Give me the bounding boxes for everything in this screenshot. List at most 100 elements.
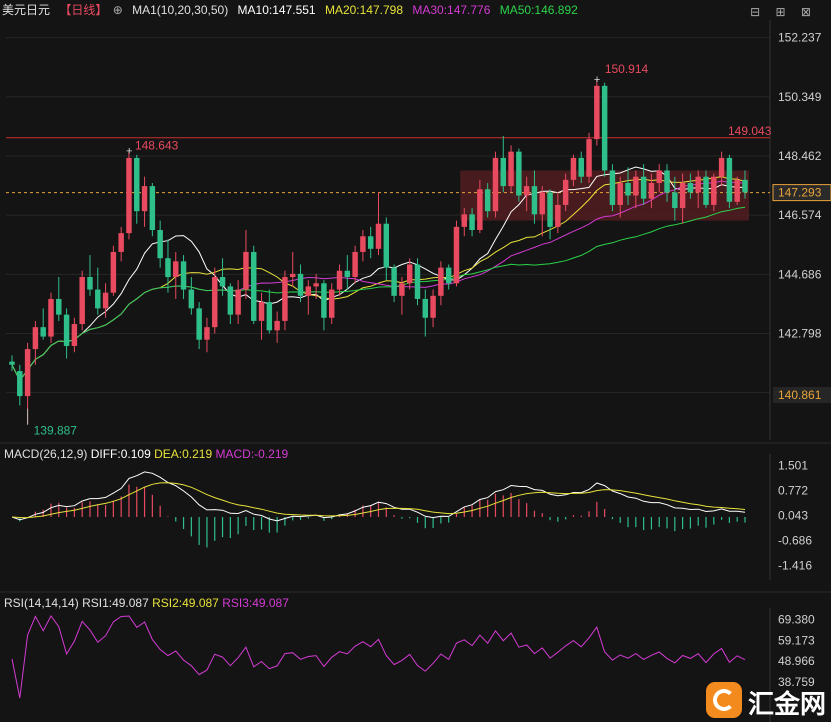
y-tick-label: 150.349 (778, 90, 822, 104)
macd-tick-label: 0.772 (778, 483, 808, 497)
candle-body (406, 264, 413, 284)
macd-header: MACD(26,12,9) DIFF:0.109 DEA:0.219 MACD:… (4, 447, 288, 461)
candle-body (173, 261, 179, 278)
candle-body (547, 192, 553, 227)
candle-body (516, 151, 522, 196)
candle-body (313, 283, 319, 287)
candle-body (461, 214, 468, 227)
candle-body (274, 320, 280, 331)
high-label: 150.914 (605, 62, 649, 76)
candle-body (664, 170, 670, 193)
candle-body (328, 289, 335, 318)
min-price-label: 140.861 (778, 388, 822, 402)
candle-body (321, 283, 327, 318)
macd-title: MACD(26,12,9) (4, 447, 88, 461)
candle-body (578, 157, 584, 177)
candle-body (687, 182, 694, 193)
candle-body (367, 236, 374, 249)
candle-body (243, 251, 249, 290)
macd-tick-label: 0.043 (778, 509, 808, 523)
candle-body (71, 324, 78, 346)
candle-body (640, 176, 647, 199)
candle-body (266, 302, 273, 331)
candle-body (212, 277, 218, 328)
candle-body (251, 251, 257, 321)
rsi-tick-label: 69.380 (778, 612, 815, 626)
high-marker: + (594, 74, 600, 86)
candle-body (110, 251, 117, 293)
candle-body (134, 157, 140, 212)
brand-logo: 汇金网 (700, 678, 831, 722)
candle-body (570, 157, 577, 180)
candle-body (399, 283, 405, 296)
candle-body (742, 179, 748, 193)
candle-body (656, 170, 662, 183)
current-price-label: 147.293 (778, 186, 822, 200)
candle-body (695, 176, 701, 193)
candle-body (17, 371, 23, 397)
rsi-line (11, 615, 746, 699)
candle-body (102, 292, 109, 309)
candle-body (718, 157, 725, 177)
brand-logo-text: 汇金网 (748, 690, 827, 720)
candle-body (383, 223, 390, 268)
rsi-panel: 69.38059.17348.96638.759 (11, 608, 815, 722)
candle-body (391, 267, 397, 296)
candle-body (539, 192, 545, 215)
candle-body (63, 314, 70, 346)
candle-body (703, 176, 709, 205)
candle-body (126, 157, 132, 234)
candle-body (453, 226, 460, 284)
candle-body (149, 186, 156, 230)
brand-logo-icon (706, 682, 742, 718)
candle-body (477, 189, 483, 230)
candle-body (40, 327, 46, 337)
candle-body (336, 270, 343, 290)
macd-dea: DEA:0.219 (154, 447, 213, 461)
candle-body (56, 298, 62, 315)
rsi3-value: RSI3:49.087 (222, 596, 289, 610)
candle-body (500, 157, 506, 187)
candle-body (344, 270, 351, 278)
rsi-tick-label: 48.966 (778, 654, 815, 668)
macd-tick-label: -1.416 (778, 559, 812, 573)
candle-body (118, 233, 124, 252)
candle-body (484, 189, 491, 212)
candle-body (235, 289, 241, 315)
candle-body (422, 298, 429, 318)
y-tick-label: 142.798 (778, 326, 822, 340)
rsi-tick-label: 59.173 (778, 633, 815, 647)
candle-body (352, 251, 358, 278)
y-tick-label: 146.574 (778, 208, 822, 222)
candle-body (204, 327, 210, 340)
rsi-title: RSI(14,14,14) (4, 596, 79, 610)
candle-body (609, 170, 616, 205)
macd-value: MACD:-0.219 (215, 447, 289, 461)
candle-body (180, 261, 187, 290)
candle-body (711, 176, 717, 205)
candle-body (679, 182, 686, 209)
candle-body (297, 273, 304, 296)
macd-tick-label: -0.686 (778, 534, 812, 548)
candle-body (617, 182, 623, 205)
candle-body (594, 85, 600, 140)
candle-body (734, 179, 740, 202)
candle-body (633, 176, 639, 196)
candle-body (430, 295, 436, 318)
candle-body (555, 204, 561, 227)
candle-body (625, 182, 631, 196)
candle-body (438, 267, 444, 296)
candle-body (196, 308, 202, 340)
rsi-header: RSI(14,14,14) RSI1:49.087 RSI2:49.087 RS… (4, 596, 289, 610)
candle-body (469, 214, 475, 230)
candle-body (492, 157, 499, 212)
mid-high-marker: + (126, 145, 132, 157)
candle-body (227, 286, 234, 315)
chart-canvas[interactable]: 152.237 150.349 148.462 146.574 144.686 142.7… (0, 0, 831, 722)
candle-body (360, 236, 366, 252)
candle-body (79, 277, 85, 325)
candle-body (601, 85, 608, 171)
y-tick-label: 148.462 (778, 149, 822, 163)
rsi1-value: RSI1:49.087 (82, 596, 149, 610)
candle-body (289, 273, 296, 278)
